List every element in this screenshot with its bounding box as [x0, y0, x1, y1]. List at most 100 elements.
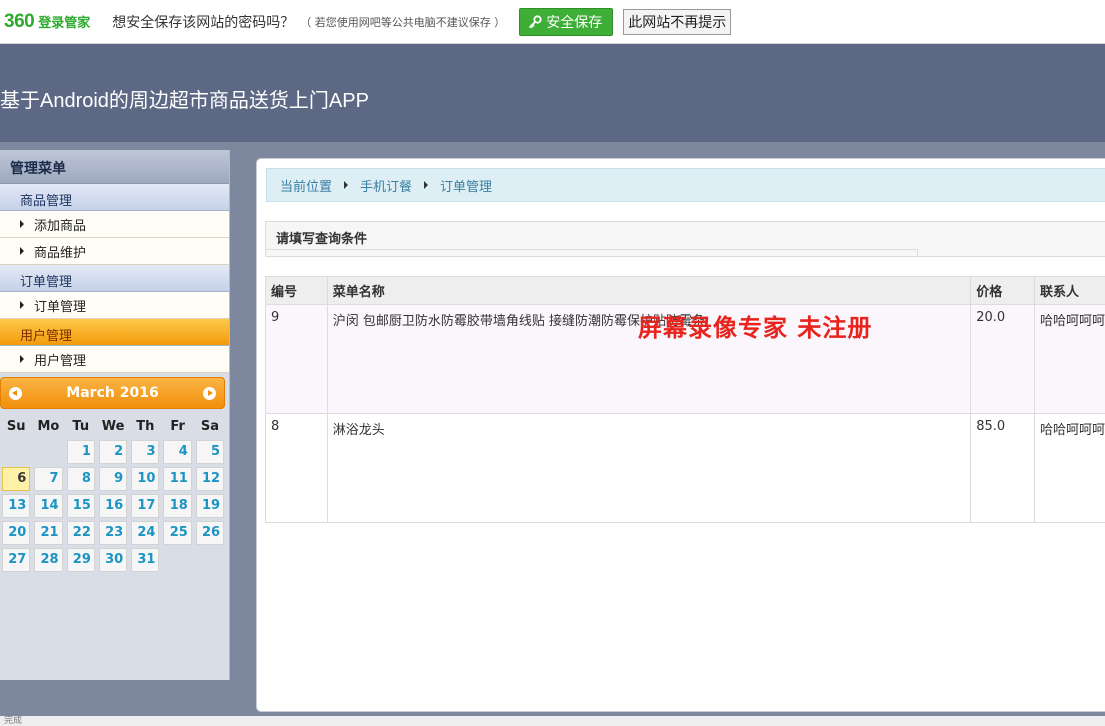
calendar-empty-cell — [32, 439, 64, 466]
col-contact: 联系人 — [1034, 276, 1105, 305]
save-password-question: 想安全保存该网站的密码吗？ — [112, 14, 295, 31]
calendar-day[interactable]: 11 — [161, 466, 193, 493]
col-id: 编号 — [265, 276, 328, 305]
cell-contact: 哈哈呵呵呵 — [1034, 304, 1105, 414]
public-pc-note: （ 若您使用网吧等公共电脑不建议保存 ） — [300, 15, 506, 29]
calendar-day[interactable]: 8 — [65, 466, 97, 493]
caret-right-icon — [344, 181, 349, 189]
prev-month-icon[interactable] — [9, 386, 22, 400]
menu-item[interactable]: 添加商品 — [0, 211, 229, 238]
calendar-header: March 2016 — [0, 377, 225, 409]
calendar-day[interactable]: 14 — [32, 493, 64, 520]
calendar-day-number: 25 — [163, 521, 192, 545]
calendar-day[interactable]: 7 — [32, 466, 64, 493]
calendar-day[interactable]: 5 — [194, 439, 226, 466]
cell-price: 20.0 — [970, 304, 1035, 414]
menu-item[interactable]: 订单管理 — [0, 292, 229, 319]
menu-title: 管理菜单 — [0, 150, 229, 184]
breadcrumb-item[interactable]: 订单管理 — [440, 176, 492, 195]
calendar-day[interactable]: 15 — [65, 493, 97, 520]
cell-id: 9 — [265, 304, 328, 414]
calendar-day[interactable]: 13 — [0, 493, 32, 520]
calendar-day[interactable]: 23 — [97, 520, 129, 547]
key-icon — [529, 14, 542, 28]
calendar-day-number: 14 — [34, 494, 63, 518]
calendar-day[interactable]: 29 — [65, 547, 97, 574]
calendar-day[interactable]: 25 — [161, 520, 193, 547]
calendar-day-number: 8 — [66, 467, 95, 491]
logo-subtitle: 登录管家 — [38, 16, 91, 31]
menu-group[interactable]: 商品管理 — [0, 184, 229, 211]
calendar-day[interactable]: 19 — [194, 493, 226, 520]
calendar-day-number: 20 — [2, 521, 31, 545]
calendar-day[interactable]: 9 — [97, 466, 129, 493]
calendar-day-number: 31 — [131, 548, 160, 572]
calendar-weekday: Fr — [170, 419, 185, 434]
table-row[interactable]: 8 淋浴龙头 85.0 哈哈呵呵呵 — [265, 413, 1105, 523]
calendar-weekday: Th — [136, 419, 155, 434]
calendar-day-number: 18 — [163, 494, 192, 518]
caret-right-icon — [20, 247, 24, 255]
calendar-day[interactable]: 31 — [129, 547, 161, 574]
status-bar: 完成 — [0, 716, 1105, 726]
menu-item[interactable]: 商品维护 — [0, 238, 229, 265]
password-save-bar: 360 登录管家 想安全保存该网站的密码吗？ （ 若您使用网吧等公共电脑不建议保… — [0, 0, 1105, 44]
safe-save-label: 安全保存 — [546, 14, 603, 31]
calendar-day[interactable]: 17 — [129, 493, 161, 520]
query-column-divider — [917, 249, 918, 257]
calendar-day[interactable]: 4 — [161, 439, 193, 466]
col-price: 价格 — [970, 276, 1035, 305]
calendar-day-number: 6 — [2, 467, 31, 491]
calendar-grid: Su Mo Tu We Th Fr Sa 1 2 3 4 5 6 7 8 9 10 11 12 13 14 15 16 17 1… — [0, 415, 229, 574]
never-remind-button[interactable]: 此网站不再提示 — [623, 8, 732, 35]
calendar-day[interactable]: 21 — [32, 520, 64, 547]
360-logo: 360 — [4, 10, 35, 32]
calendar-day[interactable]: 6 — [0, 466, 32, 493]
query-box: 请填写查询条件 — [265, 221, 1105, 257]
breadcrumb-item[interactable]: 手机订餐 — [360, 176, 412, 195]
calendar-weekday: Sa — [200, 419, 219, 434]
calendar-day-number: 27 — [2, 548, 31, 572]
query-title: 请填写查询条件 — [276, 232, 368, 247]
calendar-day[interactable]: 12 — [194, 466, 226, 493]
calendar-day[interactable]: 30 — [97, 547, 129, 574]
calendar-day[interactable]: 10 — [129, 466, 161, 493]
safe-save-button[interactable]: 安全保存 — [519, 7, 614, 36]
calendar-day[interactable]: 27 — [0, 547, 32, 574]
main-panel: 当前位置 手机订餐 订单管理 请填写查询条件 编号 菜单名称 价格 联系人 9 沪闵… — [256, 158, 1105, 712]
calendar-day[interactable]: 16 — [97, 493, 129, 520]
calendar-day-number: 30 — [98, 548, 128, 572]
menu-item-label: 用户管理 — [34, 353, 87, 369]
calendar-day[interactable]: 20 — [0, 520, 32, 547]
table-header-row: 编号 菜单名称 价格 联系人 — [265, 276, 1105, 305]
calendar-day-number: 2 — [98, 440, 128, 464]
calendar-day[interactable]: 28 — [32, 547, 64, 574]
caret-right-icon — [424, 181, 429, 189]
col-name: 菜单名称 — [326, 276, 972, 305]
calendar-day[interactable]: 1 — [65, 439, 97, 466]
menu-item-label: 添加商品 — [34, 218, 87, 234]
next-month-icon[interactable] — [202, 386, 216, 400]
calendar-day[interactable]: 2 — [97, 439, 129, 466]
menu-list: 商品管理 添加商品 商品维护 订单管理 订单管理 用户管理 用户管理 — [0, 184, 229, 373]
breadcrumb-item[interactable]: 当前位置 — [280, 176, 332, 195]
calendar-day-number: 28 — [34, 548, 63, 572]
calendar-day-number: 19 — [195, 494, 225, 518]
caret-right-icon — [20, 355, 24, 363]
calendar-day[interactable]: 24 — [129, 520, 161, 547]
calendar-day-number: 29 — [66, 548, 95, 572]
calendar-day-number: 15 — [66, 494, 95, 518]
calendar-day[interactable]: 22 — [65, 520, 97, 547]
menu-item[interactable]: 用户管理 — [0, 346, 229, 373]
calendar-weekday: Tu — [72, 419, 90, 434]
calendar-day[interactable]: 26 — [194, 520, 226, 547]
calendar-day-number: 26 — [195, 521, 225, 545]
menu-group[interactable]: 用户管理 — [0, 319, 229, 346]
cell-price: 85.0 — [970, 413, 1035, 523]
calendar-day[interactable]: 18 — [161, 493, 193, 520]
breadcrumb: 当前位置 手机订餐 订单管理 — [266, 168, 1105, 202]
calendar-day-number: 9 — [98, 467, 128, 491]
menu-item-label: 订单管理 — [34, 299, 87, 315]
menu-group[interactable]: 订单管理 — [0, 265, 229, 292]
calendar-day[interactable]: 3 — [129, 439, 161, 466]
